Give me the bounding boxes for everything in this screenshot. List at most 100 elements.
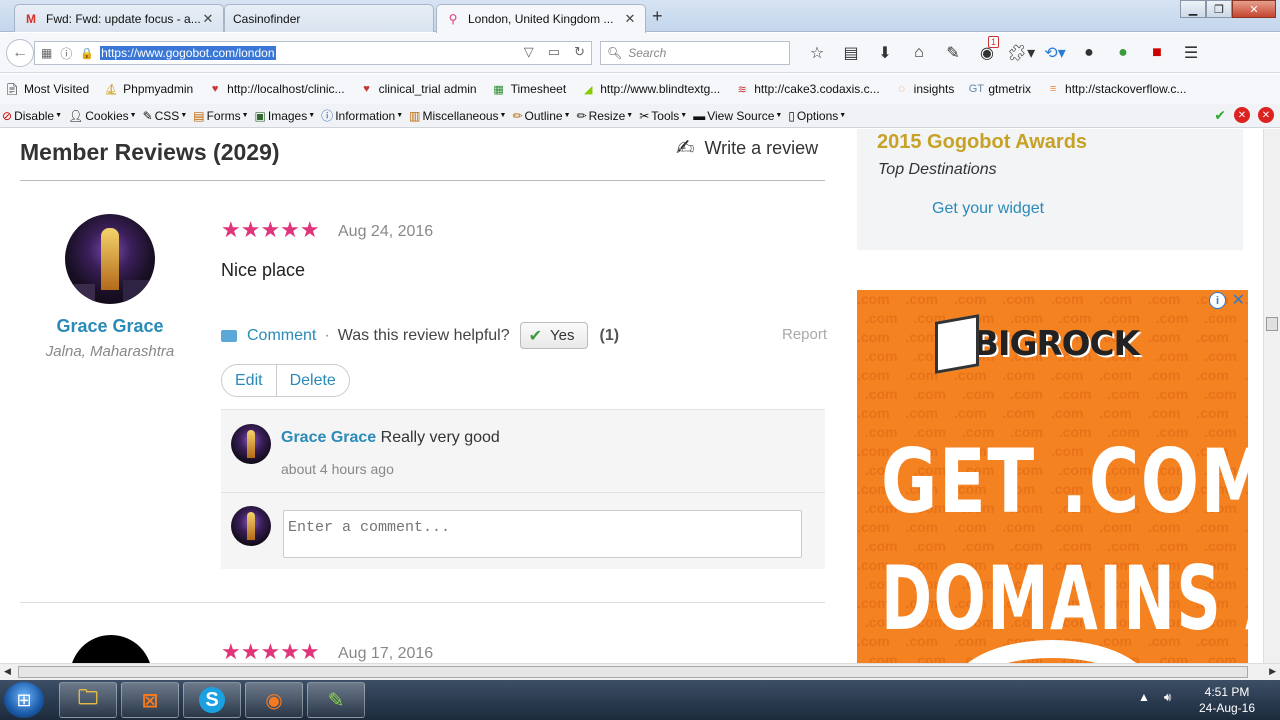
error-icon[interactable]: ✕ (1258, 107, 1274, 123)
minimize-button[interactable]: ▁ (1180, 0, 1206, 18)
close-tab-icon[interactable]: ✕ (623, 11, 637, 27)
separator-dot: · (324, 326, 330, 344)
restore-button[interactable]: ❐ (1206, 0, 1232, 18)
bookmark-item[interactable]: ♥ http://localhost/clinic... (207, 82, 345, 96)
ad-brand: BIGROCK (973, 324, 1140, 364)
wd-tools-menu[interactable]: ✂ Tools ▼ (639, 109, 687, 123)
bookmark-item[interactable]: 📄︎ Most Visited (4, 82, 89, 96)
ad-close-icon[interactable]: ✕ (1232, 290, 1245, 310)
volume-icon[interactable]: 🔊︎ (1164, 690, 1172, 705)
wd-options-menu[interactable]: ▯ Options ▼ (788, 109, 846, 123)
advertisement-banner[interactable]: .com .com .com .com .com .com .com .com … (857, 290, 1248, 663)
pma-icon: ⛵︎ (104, 83, 119, 96)
comment-link[interactable]: Comment (247, 327, 316, 345)
avatar[interactable] (65, 214, 155, 304)
sync-icon[interactable]: ⟲▾ (1038, 41, 1072, 65)
bookmark-item[interactable]: ⛵︎ Phpmyadmin (103, 82, 193, 96)
bookmark-item[interactable]: ≋ http://cake3.codaxis.c... (734, 82, 880, 96)
window-controls: ▁ ❐ ✕ (1180, 0, 1276, 18)
bookmark-item[interactable]: GT gtmetrix (968, 82, 1031, 96)
wd-forms-menu[interactable]: ▤ Forms ▼ (193, 109, 248, 123)
search-bar[interactable]: 🔍︎ Search (600, 41, 790, 65)
comment-input[interactable] (283, 510, 802, 558)
download-icon[interactable]: ⬇ (868, 41, 902, 65)
comment-text: Really very good (380, 429, 500, 446)
comment-avatar[interactable] (231, 424, 271, 464)
divider (20, 602, 825, 603)
xampp-taskbar-icon[interactable]: ⊠ (121, 682, 179, 718)
pocket-icon[interactable]: ◉ 1 (970, 36, 1004, 65)
start-button[interactable]: ⊞ (4, 682, 44, 718)
back-button[interactable]: ← (6, 39, 34, 67)
get-widget-link[interactable]: Get your widget (932, 200, 1044, 218)
clock-time: 4:51 PM (1204, 685, 1250, 699)
tray-expand-icon[interactable]: ▲ (1138, 690, 1150, 705)
wd-view-source-menu[interactable]: ▬ View Source ▼ (693, 109, 782, 123)
bookmark-item[interactable]: ≡ http://stackoverflow.c... (1045, 82, 1187, 96)
dropdown-arrow-icon[interactable]: ▽ (524, 44, 534, 60)
report-link[interactable]: Report (782, 326, 827, 343)
home-icon[interactable]: ⌂ (902, 41, 936, 65)
wd-images-menu[interactable]: ▣ Images ▼ (255, 109, 316, 123)
color-picker-icon[interactable]: ● (1072, 41, 1106, 65)
tab-gmail[interactable]: M Fwd: Fwd: update focus - a... ✕ (14, 4, 224, 32)
delete-button[interactable]: Delete (277, 365, 349, 396)
bookmark-star-icon[interactable]: ☆ (800, 41, 834, 65)
helpful-question: Was this review helpful? (337, 326, 510, 344)
write-review-link[interactable]: ✍︎ Write a review (676, 135, 818, 161)
comment-author[interactable]: Grace Grace (281, 429, 376, 446)
cookies-icon: 👤︎ (68, 108, 84, 123)
wd-disable-menu[interactable]: ⊘ Disable ▼ (2, 109, 62, 123)
horizontal-scrollbar[interactable]: ◀ ▶ (0, 663, 1280, 680)
forms-icon: ▤ (193, 108, 205, 123)
tab-london[interactable]: ⚲ London, United Kingdom ... ✕ (436, 4, 646, 33)
notepad-taskbar-icon[interactable]: ✎ (307, 682, 365, 718)
skype-taskbar-icon[interactable]: S (183, 682, 241, 718)
error-icon[interactable]: ✕ (1234, 107, 1250, 123)
wd-outline-menu[interactable]: ✏ Outline ▼ (512, 109, 570, 123)
ad-info-icon[interactable]: i (1209, 292, 1226, 309)
firefox-taskbar-icon[interactable]: ◉ (245, 682, 303, 718)
check-icon[interactable]: ✔ (1214, 107, 1226, 124)
scrollbar-thumb[interactable] (1266, 317, 1278, 331)
url-text[interactable]: https://www.gogobot.com/london (100, 46, 276, 60)
yes-helpful-button[interactable]: ✔ Yes (519, 322, 588, 349)
edit-button[interactable]: Edit (222, 365, 276, 396)
scrollbar-thumb[interactable] (18, 666, 1248, 678)
url-bar[interactable]: ▦ ⓘ 🔒 https://www.gogobot.com/london ▽ ▭… (34, 41, 592, 65)
clock[interactable]: 4:51 PM 24-Aug-16 (1192, 684, 1262, 716)
explorer-taskbar-icon[interactable]: 🗀︎ (59, 682, 117, 718)
location-pin-icon: ⚲ (448, 12, 458, 26)
menu-icon[interactable]: ☰ (1174, 41, 1208, 65)
reviewer-name[interactable]: Grace Grace (20, 316, 200, 337)
bookmark-item[interactable]: ▦ Timesheet (491, 82, 566, 96)
myaccount-icon[interactable]: ■ (1140, 41, 1174, 65)
reload-icon[interactable]: ↻ (574, 44, 585, 60)
vertical-scrollbar[interactable] (1263, 129, 1280, 663)
bookmarks-toolbar: 📄︎ Most Visited ⛵︎ Phpmyadmin ♥ http://loca… (0, 74, 1280, 104)
close-tab-icon[interactable]: ✕ (201, 11, 215, 27)
bookmark-item[interactable]: ◌ insights (894, 82, 954, 96)
avatar[interactable] (70, 635, 152, 663)
pin-icon[interactable]: ✎ (936, 41, 970, 65)
wd-cookies-menu[interactable]: 👤︎ Cookies ▼ (68, 109, 137, 123)
divider (20, 180, 825, 181)
wd-miscellaneous-menu[interactable]: ▥ Miscellaneous ▼ (409, 109, 506, 123)
tab-casinofinder[interactable]: Casinofinder (224, 4, 434, 32)
scroll-left-icon[interactable]: ◀ (4, 666, 11, 677)
new-tab-button[interactable]: + (652, 6, 663, 27)
bookmark-item[interactable]: ◢ http://www.blindtextg... (580, 82, 720, 96)
wd-information-menu[interactable]: ⓘ Information ▼ (321, 107, 403, 124)
scroll-right-icon[interactable]: ▶ (1269, 666, 1276, 677)
chat-icon[interactable]: ● (1106, 41, 1140, 65)
heart-icon: ♥ (211, 83, 219, 95)
close-window-button[interactable]: ✕ (1232, 0, 1276, 18)
addon-icon[interactable]: 🧩︎▾ (1004, 41, 1038, 65)
awards-title: 2015 Gogobot Awards (877, 131, 1088, 153)
wd-resize-menu[interactable]: ✏ Resize ▼ (577, 109, 634, 123)
wd-css-menu[interactable]: ✎ CSS ▼ (143, 109, 188, 123)
reader-view-icon[interactable]: ▭ (548, 44, 560, 60)
info-icon[interactable]: ⓘ (60, 45, 72, 62)
bookmarks-list-icon[interactable]: ▤ (834, 41, 868, 65)
bookmark-item[interactable]: ♥ clinical_trial admin (359, 82, 476, 96)
